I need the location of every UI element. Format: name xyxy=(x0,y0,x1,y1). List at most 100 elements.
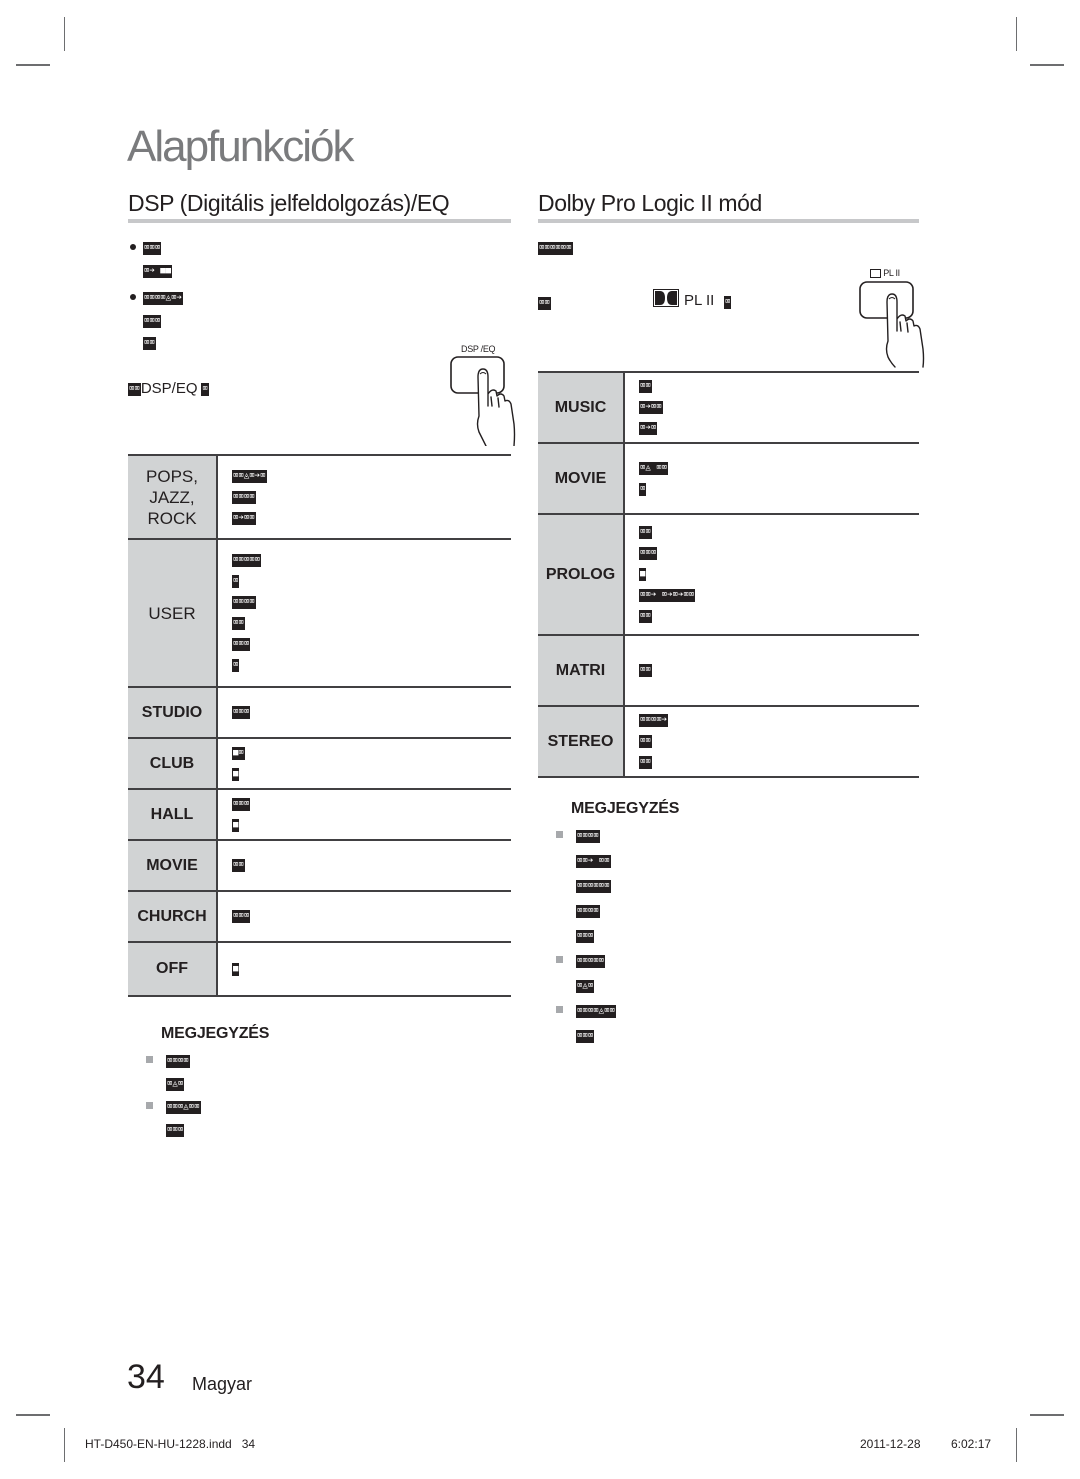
mode-name: MOVIE xyxy=(128,840,218,891)
mode-name-line: MUSIC xyxy=(554,398,607,416)
mode-row: CLUB ■⌧ ■ xyxy=(128,738,511,789)
mode-name: OFF xyxy=(128,942,218,996)
mode-row: OFF ■ xyxy=(128,942,511,996)
pl2-button-label: PL II xyxy=(870,268,900,279)
description-line: ⌧⌧➔ ⌧➔⌧➔⌧⌧ xyxy=(625,585,919,606)
bullet-dot xyxy=(130,294,136,300)
garbled-text: ⌧⌧⌧ xyxy=(143,241,162,255)
description-line: ⌧⌧⌧ xyxy=(218,794,511,815)
mode-name: STUDIO xyxy=(128,687,218,738)
dsp-instruction: ⌧⌧DSP/EQ ⌧ xyxy=(128,381,209,396)
mode-name: CLUB xyxy=(128,738,218,789)
garbled-text: ⌧⌧⌧ xyxy=(232,706,251,720)
mode-description: ■⌧ ■ xyxy=(217,738,511,789)
garbled-text: ⌧ xyxy=(232,659,240,673)
mode-name: PROLOG xyxy=(538,514,625,635)
pl2-mode-table: MUSIC ⌧⌧ ⌧➔⌧⌧ ⌧➔⌧ MOVIE ⌧◬ ⌧⌧ ⌧ PROLOG ⌧⌧ ⌧⌧⌧ ■ ⌧⌧➔… xyxy=(538,371,919,778)
description-line: ⌧⌧⌧ xyxy=(625,543,919,564)
section-heading-dolby: Dolby Pro Logic II mód xyxy=(538,190,762,216)
description-line: ⌧➔⌧⌧ xyxy=(218,508,511,529)
garbled-text: ⌧⌧⌧ xyxy=(232,638,251,652)
garbled-text: ⌧⌧⌧⌧ xyxy=(576,904,600,918)
mode-row: MUSIC ⌧⌧ ⌧➔⌧⌧ ⌧➔⌧ xyxy=(538,372,919,443)
garbled-text: ⌧ xyxy=(724,296,732,309)
mode-row: MOVIE ⌧◬ ⌧⌧ ⌧ xyxy=(538,443,919,514)
note-bullet-icon xyxy=(146,1102,153,1109)
dolby-logo-icon xyxy=(653,289,679,309)
note-bullet-icon xyxy=(146,1056,153,1063)
note-line: ⌧⌧⌧ xyxy=(576,1028,595,1043)
section-divider xyxy=(128,219,511,223)
description-line: ⌧⌧ xyxy=(625,752,919,773)
garbled-text: ⌧⌧⌧ xyxy=(143,314,162,328)
pl2-key-label: PL II xyxy=(684,292,715,309)
mode-name-line: USER xyxy=(148,603,196,623)
description-line: ⌧➔⌧⌧ xyxy=(625,397,919,418)
slug-filename: HT-D450-EN-HU-1228.indd 34 xyxy=(85,1437,256,1451)
page-language: Magyar xyxy=(192,1374,253,1394)
crop-mark xyxy=(16,1414,50,1416)
garbled-text: ⌧⌧➔ ⌧➔⌧➔⌧⌧ xyxy=(639,589,696,603)
description-line: ⌧⌧⌧⌧ xyxy=(218,592,511,613)
mode-row: STUDIO ⌧⌧⌧ xyxy=(128,687,511,738)
mode-name: MATRI xyxy=(538,635,625,706)
garbled-text: ⌧➔ ■■ xyxy=(143,264,173,278)
mode-name: STEREO xyxy=(538,706,625,777)
garbled-text: ⌧⌧⌧⌧ xyxy=(232,596,256,610)
garbled-text: ■ xyxy=(232,962,240,976)
garbled-text: ⌧⌧ xyxy=(538,296,551,310)
note-bullet-icon xyxy=(556,1006,563,1013)
note-line: ⌧◬⌧ xyxy=(166,1076,185,1091)
page-number: 34 xyxy=(127,1358,165,1396)
bullet-line: ⌧➔ ■■ xyxy=(143,263,173,278)
crop-mark xyxy=(16,64,50,66)
mode-description: ⌧⌧◬⌧➔⌧ ⌧⌧⌧⌧ ⌧➔⌧⌧ xyxy=(217,455,511,539)
mode-description: ■ xyxy=(217,942,511,996)
mode-row: STEREO ⌧⌧⌧⌧➔ ⌧⌧ ⌧⌧ xyxy=(538,706,919,777)
note-line: ⌧⌧⌧⌧◬⌧⌧ xyxy=(576,1003,616,1018)
crop-mark xyxy=(64,1428,65,1462)
crop-mark xyxy=(1030,64,1064,66)
mode-name: POPS, JAZZ, ROCK xyxy=(128,455,218,539)
mode-name-line: CHURCH xyxy=(137,907,207,925)
garbled-text: ⌧⌧⌧⌧⌧ xyxy=(576,954,606,968)
mode-name: MUSIC xyxy=(538,372,625,443)
mode-row: HALL ⌧⌧⌧ ■ xyxy=(128,789,511,840)
mode-row: PROLOG ⌧⌧ ⌧⌧⌧ ■ ⌧⌧➔ ⌧➔⌧➔⌧⌧ ⌧⌧ xyxy=(538,514,919,635)
garbled-text: ⌧◬⌧ xyxy=(576,979,595,993)
description-line: ⌧⌧⌧ xyxy=(218,906,511,927)
note-line: ⌧⌧⌧⌧⌧⌧ xyxy=(576,878,611,893)
crop-mark xyxy=(1030,1414,1064,1416)
note-line: ⌧⌧⌧⌧⌧ xyxy=(576,953,606,968)
description-line: ⌧⌧ xyxy=(625,606,919,627)
pl2-button-illustration: PL II xyxy=(855,268,930,368)
garbled-text: ■ xyxy=(639,568,647,582)
slug-date: 2011-12-28 xyxy=(860,1437,921,1451)
note-title: MEGJEGYZÉS xyxy=(571,800,680,817)
mode-name: HALL xyxy=(128,789,218,840)
crop-mark xyxy=(1016,1428,1017,1462)
mode-description: ⌧◬ ⌧⌧ ⌧ xyxy=(624,443,919,514)
mode-row: MOVIE ⌧⌧ xyxy=(128,840,511,891)
crop-mark xyxy=(64,17,65,51)
garbled-text: ■ xyxy=(232,767,240,781)
note-line: ⌧⌧⌧ xyxy=(576,928,595,943)
description-line: ⌧⌧ xyxy=(625,660,919,681)
description-line: ⌧⌧ xyxy=(218,613,511,634)
dolby-instruction: ⌧⌧ PL II ⌧ xyxy=(538,289,838,310)
garbled-text: ⌧⌧⌧◬⌧⌧ xyxy=(166,1100,201,1114)
garbled-text: ⌧⌧⌧ xyxy=(232,910,251,924)
dolby-intro: ⌧⌧⌧⌧⌧⌧ xyxy=(538,240,573,255)
note-line: ⌧⌧⌧ xyxy=(166,1122,185,1137)
garbled-text: ⌧⌧⌧⌧◬⌧➔ xyxy=(143,291,183,305)
garbled-text: ⌧⌧ xyxy=(639,735,652,749)
mode-name-line: STEREO xyxy=(547,732,614,750)
note-line: ⌧⌧⌧⌧ xyxy=(576,903,600,918)
description-line: ⌧⌧⌧⌧⌧ xyxy=(218,550,511,571)
description-line: ⌧◬ ⌧⌧ xyxy=(625,458,919,479)
note-bullet-icon xyxy=(556,956,563,963)
mode-name: CHURCH xyxy=(128,891,218,942)
garbled-text: ⌧➔⌧⌧ xyxy=(232,511,256,525)
mode-name-line: ROCK xyxy=(147,508,197,528)
garbled-text: ⌧⌧ xyxy=(639,664,652,678)
